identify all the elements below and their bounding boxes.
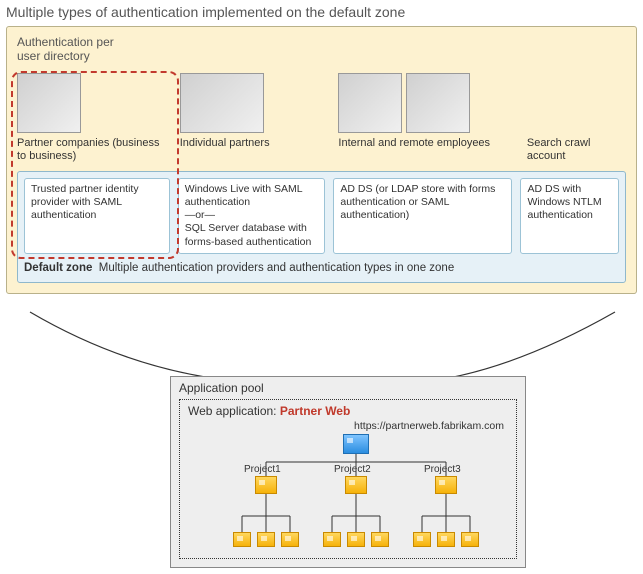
auth-box-partner: Trusted partner identity provider with S…	[24, 178, 170, 254]
site-leaf-icon	[437, 532, 455, 547]
web-app-title: Web application: Partner Web	[188, 404, 508, 418]
auth-provider-boxes: Trusted partner identity provider with S…	[24, 178, 619, 254]
col-partner-companies: Partner companies (business to business)	[17, 67, 170, 165]
application-pool-box: Application pool Web application: Partne…	[170, 376, 526, 568]
image-group	[180, 67, 329, 133]
photo-placeholder	[17, 73, 81, 133]
authentication-panel: Authentication per user directory Partne…	[6, 26, 637, 294]
site-leaf-icon	[371, 532, 389, 547]
photo-placeholder	[180, 73, 264, 133]
photo-placeholder	[406, 73, 470, 133]
project-label-2: Project2	[334, 464, 371, 475]
site-leaf-icon	[413, 532, 431, 547]
col-individual-partners: Individual partners	[180, 67, 329, 165]
site-node-icon	[435, 476, 457, 494]
site-leaf-icon	[233, 532, 251, 547]
image-employees	[338, 67, 516, 133]
label-internal-remote: Internal and remote employees	[338, 137, 516, 165]
site-tree: Project1 Project2 Project3	[188, 434, 508, 556]
site-leaf-icon	[347, 532, 365, 547]
zone-description: Multiple authentication providers and au…	[99, 262, 454, 274]
auth-box-individual: Windows Live with SAML authentication —o…	[178, 178, 326, 254]
web-application-box: Web application: Partner Web https://par…	[179, 399, 517, 559]
site-leaf-icon	[323, 532, 341, 547]
label-search-crawl: Search crawl account	[527, 137, 626, 165]
web-app-url-row: https://partnerweb.fabrikam.com	[188, 420, 508, 434]
project-label-3: Project3	[424, 464, 461, 475]
col-search-crawl: Search crawl account	[527, 67, 626, 165]
auth-box-internal: AD DS (or LDAP store with forms authenti…	[333, 178, 512, 254]
site-root-icon	[343, 434, 369, 454]
label-partner-companies: Partner companies (business to business)	[17, 137, 170, 165]
app-pool-label: Application pool	[171, 377, 525, 397]
site-leaf-icon	[257, 532, 275, 547]
site-leaf-icon	[461, 532, 479, 547]
user-directory-columns: Partner companies (business to business)…	[17, 67, 626, 165]
web-app-name: Partner Web	[280, 404, 350, 418]
default-zone-box: Trusted partner identity provider with S…	[17, 171, 626, 283]
blank-spacer	[527, 67, 626, 133]
auth-box-search: AD DS with Windows NTLM authentication	[520, 178, 619, 254]
zone-name: Default zone	[24, 262, 92, 274]
site-node-icon	[255, 476, 277, 494]
web-app-url: https://partnerweb.fabrikam.com	[354, 420, 504, 432]
project-label-1: Project1	[244, 464, 281, 475]
site-node-icon	[345, 476, 367, 494]
image-building-people	[17, 67, 170, 133]
diagram-title: Multiple types of authentication impleme…	[0, 0, 643, 26]
label-individual-partners: Individual partners	[180, 137, 329, 165]
photo-placeholder	[338, 73, 402, 133]
zone-label: Default zone Multiple authentication pro…	[24, 262, 619, 274]
web-app-label: Web application:	[188, 404, 277, 418]
auth-per-directory-label: Authentication per user directory	[17, 35, 626, 63]
col-internal-remote: Internal and remote employees	[338, 67, 516, 165]
site-leaf-icon	[281, 532, 299, 547]
